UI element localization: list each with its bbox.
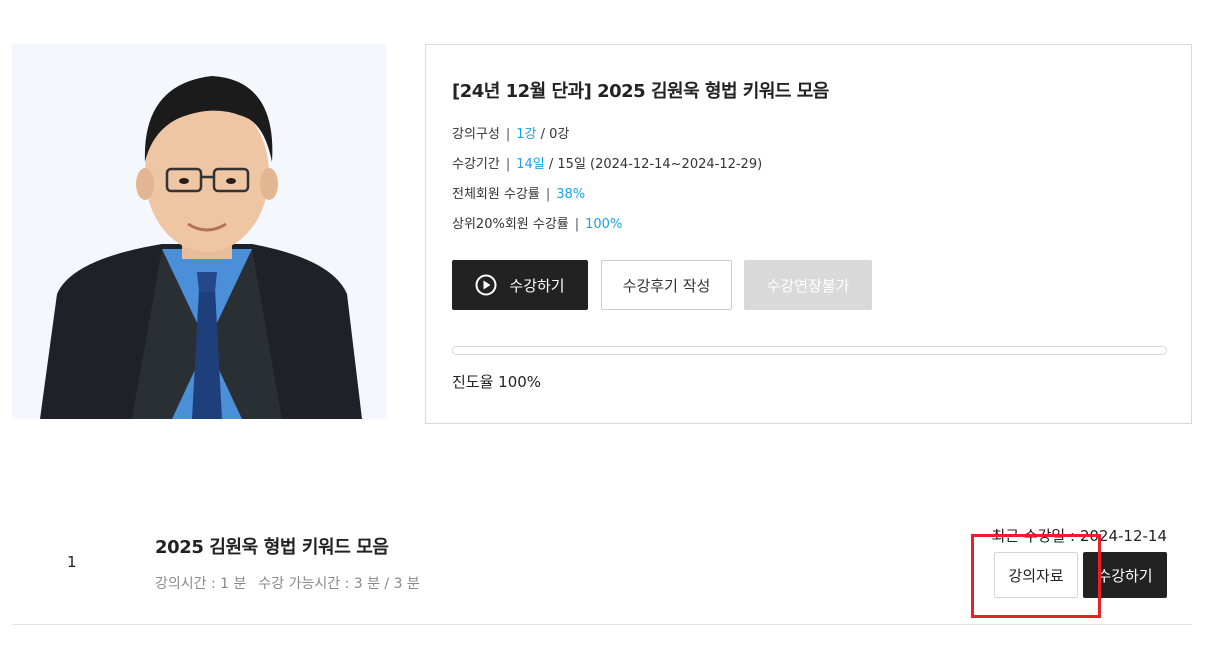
all-rate-value: 38% <box>556 187 586 202</box>
lecture-duration: 강의시간 : 1 분 <box>155 576 247 592</box>
top-rate-value: 100% <box>585 217 623 232</box>
write-review-label: 수강후기 작성 <box>622 276 711 295</box>
lecture-title: 2025 김원욱 형법 키워드 모음 <box>155 537 389 558</box>
composition-label: 강의구성 <box>452 127 500 142</box>
instructor-photo <box>12 44 387 419</box>
separator: | <box>545 187 551 202</box>
top-members-rate: 상위20%회원 수강률 | 100% <box>452 213 622 232</box>
course-composition: 강의구성 | 1강 / 0강 <box>452 123 569 142</box>
play-circle-icon <box>475 274 497 296</box>
separator: | <box>574 217 580 232</box>
period-label: 수강기간 <box>452 157 500 172</box>
period-rest: / 15일 (2024-12-14~2024-12-29) <box>548 157 763 172</box>
period-current: 14일 <box>516 157 545 172</box>
composition-rest: / 0강 <box>540 127 570 142</box>
recent-watch-date: 최근 수강일 : 2024-12-14 <box>991 527 1167 545</box>
lecture-material-label: 강의자료 <box>1008 566 1064 585</box>
watch-course-label: 수강하기 <box>509 276 565 295</box>
extend-disabled-button: 수강연장불가 <box>744 260 872 310</box>
progress-fill <box>453 347 1166 354</box>
lecture-material-button[interactable]: 강의자료 <box>994 552 1078 598</box>
course-title: [24년 12월 단과] 2025 김원욱 형법 키워드 모음 <box>452 81 829 102</box>
lecture-number: 1 <box>67 553 77 571</box>
all-rate-label: 전체회원 수강률 <box>452 187 540 202</box>
separator: | <box>505 127 511 142</box>
separator: | <box>505 157 511 172</box>
composition-current: 1강 <box>516 127 537 142</box>
top-rate-label: 상위20%회원 수강률 <box>452 217 569 232</box>
course-period: 수강기간 | 14일 / 15일 (2024-12-14~2024-12-29) <box>452 153 762 172</box>
lecture-available-time: 수강 가능시간 : 3 분 / 3 분 <box>258 576 420 592</box>
progress-bar <box>452 346 1167 355</box>
lecture-meta: 강의시간 : 1 분 수강 가능시간 : 3 분 / 3 분 <box>155 573 420 593</box>
lecture-watch-button[interactable]: 수강하기 <box>1083 552 1167 598</box>
extend-disabled-label: 수강연장불가 <box>766 276 850 295</box>
lecture-watch-label: 수강하기 <box>1097 566 1153 585</box>
watch-course-button[interactable]: 수강하기 <box>452 260 588 310</box>
progress-text: 진도율 100% <box>452 373 542 391</box>
all-members-rate: 전체회원 수강률 | 38% <box>452 183 585 202</box>
write-review-button[interactable]: 수강후기 작성 <box>601 260 732 310</box>
course-info-panel: [24년 12월 단과] 2025 김원욱 형법 키워드 모음 강의구성 | 1강 … <box>425 44 1192 424</box>
